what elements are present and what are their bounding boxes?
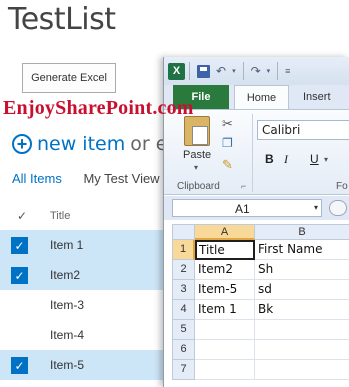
redo-icon[interactable]: ↷ [251, 64, 261, 78]
cell-a5[interactable] [195, 320, 255, 340]
row-check-icon[interactable]: ✓ [11, 357, 28, 374]
generate-excel-button[interactable]: Generate Excel [22, 63, 116, 93]
font-name-select[interactable]: Calibri [257, 120, 349, 140]
formula-bar-handle-icon[interactable] [329, 200, 347, 216]
cell-b2[interactable]: Sh [255, 260, 349, 280]
cell-a4[interactable]: Item 1 [195, 300, 255, 320]
bold-button[interactable]: B [265, 152, 274, 166]
toolbar-divider [242, 62, 244, 80]
copy-icon[interactable]: ❐ [222, 136, 233, 150]
list-row[interactable]: ✓ Item 1 [0, 230, 170, 260]
cell-b6[interactable] [255, 340, 349, 360]
cell-b3[interactable]: sd [255, 280, 349, 300]
toolbar-divider [189, 62, 190, 80]
row-header[interactable]: 6 [172, 340, 195, 360]
cell-a1[interactable]: Title [195, 240, 255, 260]
select-all-check-icon[interactable]: ✓ [17, 209, 27, 223]
row-header[interactable]: 5 [172, 320, 195, 340]
new-item-link[interactable]: + new item or ed [12, 133, 179, 155]
excel-app-icon[interactable]: X [168, 62, 185, 80]
formula-bar: A1 ▾ [164, 196, 349, 220]
dropdown-arrow-icon[interactable]: ▾ [267, 67, 271, 75]
name-box[interactable]: A1 ▾ [172, 199, 322, 217]
tab-my-test-view[interactable]: My Test View [83, 171, 159, 186]
row-header[interactable]: 2 [172, 260, 195, 280]
row-title[interactable]: Item-5 [50, 358, 84, 372]
tab-insert[interactable]: Insert [303, 91, 331, 103]
tab-home[interactable]: Home [234, 85, 289, 109]
cell-a3[interactable]: Item-5 [195, 280, 255, 300]
column-header-a[interactable]: A [195, 224, 255, 240]
row-header[interactable]: 4 [172, 300, 195, 320]
name-box-dropdown-icon[interactable]: ▾ [314, 203, 318, 212]
row-check-icon[interactable]: ✓ [11, 267, 28, 284]
cell-b5[interactable] [255, 320, 349, 340]
list-row[interactable]: Item-3 [0, 290, 170, 320]
cell-b4[interactable]: Bk [255, 300, 349, 320]
list-row[interactable]: Item-4 [0, 320, 170, 350]
paste-icon[interactable] [184, 116, 210, 146]
list-row[interactable]: ✓ Item2 [0, 260, 170, 290]
view-tabs: All Items My Test View [12, 171, 178, 186]
dropdown-arrow-icon[interactable]: ▾ [232, 67, 236, 75]
paste-button-label[interactable]: Paste [183, 149, 211, 161]
list-column-header: ✓ Title [0, 203, 170, 229]
name-box-value: A1 [235, 202, 250, 216]
list-row[interactable]: ✓ Item-5 [0, 350, 170, 380]
page-title: TestList [8, 2, 116, 37]
row-check-icon[interactable]: ✓ [11, 237, 28, 254]
italic-button[interactable]: I [284, 152, 288, 167]
clipboard-group-label: Clipboard [177, 181, 220, 192]
row-title[interactable]: Item 1 [50, 238, 83, 252]
font-group-label: Fo [336, 181, 348, 192]
ribbon-divider [252, 114, 253, 192]
undo-icon[interactable]: ↶ [216, 64, 226, 78]
column-title-header[interactable]: Title [50, 210, 70, 222]
underline-dropdown-icon[interactable]: ▾ [324, 155, 328, 164]
row-header[interactable]: 7 [172, 360, 195, 380]
ribbon-home: Paste ▾ ✂ ❐ ✎ Clipboard ⌐ Calibri B I U … [164, 109, 349, 195]
cell-a2[interactable]: Item2 [195, 260, 255, 280]
tab-all-items[interactable]: All Items [12, 171, 62, 186]
format-painter-icon[interactable]: ✎ [222, 157, 233, 173]
row-title[interactable]: Item2 [50, 268, 80, 282]
save-icon[interactable] [197, 64, 210, 78]
cell-b7[interactable] [255, 360, 349, 380]
watermark: EnjoySharePoint.com [3, 97, 194, 119]
select-all-corner[interactable] [172, 224, 195, 240]
paste-dropdown-icon[interactable]: ▾ [194, 163, 198, 172]
cell-b1[interactable]: First Name [255, 240, 349, 260]
row-title[interactable]: Item-3 [50, 298, 84, 312]
plus-icon: + [12, 134, 32, 154]
cell-a7[interactable] [195, 360, 255, 380]
row-title[interactable]: Item-4 [50, 328, 84, 342]
customize-toolbar-icon[interactable]: ≡ [285, 66, 290, 76]
cut-icon[interactable]: ✂ [222, 116, 233, 132]
cell-a6[interactable] [195, 340, 255, 360]
dialog-launcher-icon[interactable]: ⌐ [241, 181, 246, 191]
column-header-b[interactable]: B [255, 224, 349, 240]
row-header[interactable]: 1 [172, 240, 195, 260]
underline-button[interactable]: U [310, 152, 319, 166]
new-item-label[interactable]: new item [37, 133, 125, 155]
spreadsheet-grid: A B 1 2 3 4 5 6 7 Title First Name Item2… [164, 220, 349, 387]
toolbar-divider [277, 62, 279, 80]
row-header[interactable]: 3 [172, 280, 195, 300]
quick-access-toolbar: X ↶ ▾ ↷ ▾ ≡ [164, 57, 349, 85]
